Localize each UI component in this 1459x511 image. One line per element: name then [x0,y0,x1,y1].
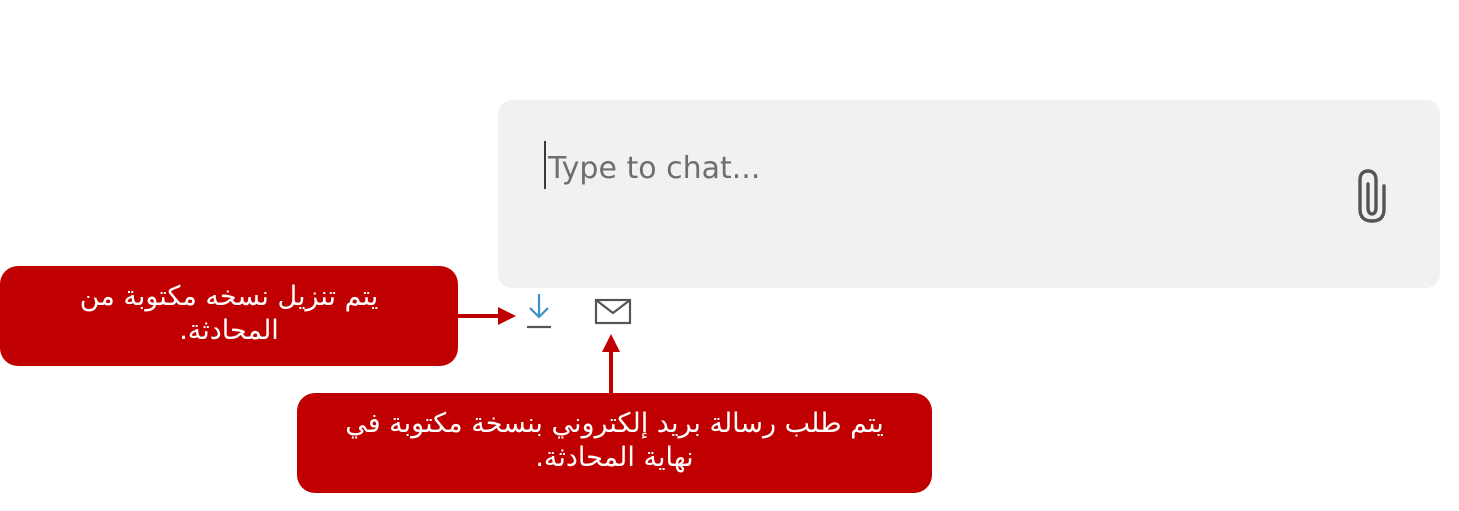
email-callout-line1: يتم طلب رسالة بريد إلكتروني بنسخة مكتوبة… [345,408,884,439]
email-callout-line2: نهاية المحادثة. [535,442,694,473]
chat-input[interactable] [542,144,1322,192]
paperclip-icon [1358,169,1386,223]
download-transcript-button[interactable] [522,291,556,331]
attach-file-button[interactable] [1350,166,1394,228]
email-callout: يتم طلب رسالة بريد إلكتروني بنسخة مكتوبة… [297,393,932,493]
download-callout-line1: يتم تنزيل نسخه مكتوبة من [79,281,379,312]
chat-input-container [498,100,1440,288]
text-caret [544,141,546,189]
email-transcript-button[interactable] [592,296,634,328]
email-callout-arrow [602,334,620,396]
download-callout: يتم تنزيل نسخه مكتوبة من المحادثة. [0,266,458,366]
download-icon [527,294,551,329]
download-callout-arrow [456,307,516,325]
download-callout-line2: المحادثة. [179,315,279,346]
envelope-icon [594,298,632,325]
